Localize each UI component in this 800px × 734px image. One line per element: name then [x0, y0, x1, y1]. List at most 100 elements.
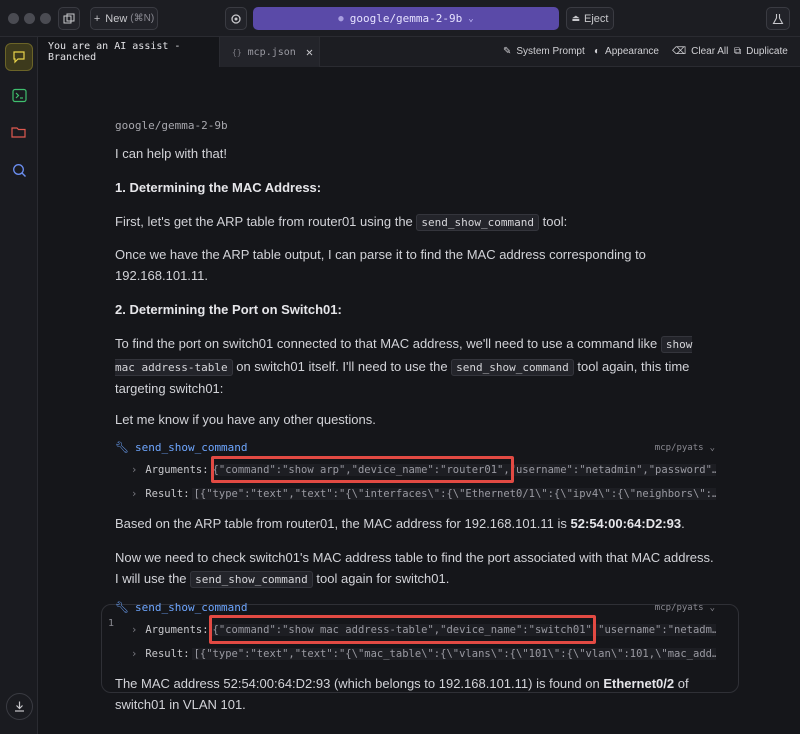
message-paragraph: Let me know if you have any other questi… [115, 412, 376, 427]
left-rail [0, 37, 38, 734]
duplicate-button[interactable]: ⧉ Duplicate [734, 46, 788, 57]
search-nav-button[interactable] [5, 156, 33, 184]
tab-conversation-label: You are an AI assist - Branched [48, 41, 181, 63]
arguments-value: {"command":"show arp","device_name":"rou… [210, 464, 716, 476]
appearance-label: Appearance [605, 46, 659, 57]
message-paragraph: First, let's get the ARP table from rout… [115, 211, 715, 233]
arguments-label: Arguments: [145, 464, 209, 476]
paragraph-text: First, let's get the ARP table from rout… [115, 214, 413, 229]
tab-mcp-json[interactable]: {} mcp.json ✕ [220, 37, 320, 67]
section-heading: 1. Determining the MAC Address: [115, 180, 322, 195]
duplicate-label: Duplicate [746, 46, 788, 57]
pencil-icon: ✎ [503, 46, 512, 57]
clear-all-label: Clear All [691, 46, 729, 57]
window-minimize-button[interactable] [24, 13, 35, 24]
chevron-right-icon: › [131, 488, 138, 500]
tab-conversation[interactable]: You are an AI assist - Branched [38, 37, 220, 67]
settings-button[interactable] [225, 7, 247, 30]
model-selector[interactable]: ● google/gemma-2-9b ⌄ [253, 7, 559, 30]
tool-result-row[interactable]: › Result: [{"type":"text","text":"{\"mac… [131, 645, 716, 663]
result-value: [{"type":"text","text":"{\"interfaces\":… [191, 488, 716, 500]
paragraph-text: tool again for switch01. [316, 571, 450, 586]
tool-result-row[interactable]: › Result: [{"type":"text","text":"{\"int… [131, 485, 716, 503]
chevron-down-icon[interactable]: ⌄ [710, 603, 715, 613]
paragraph-text: Based on the ARP table from router01, th… [115, 516, 567, 531]
system-prompt-label: System Prompt [516, 46, 585, 57]
message-paragraph: I can help with that! [115, 143, 715, 164]
chat-bubble-icon [13, 51, 25, 64]
tool-name: send_show_command [134, 601, 248, 614]
paragraph-text: To find the port on switch01 connected t… [115, 336, 658, 351]
section-heading: 2. Determining the Port on Switch01: [115, 302, 342, 317]
tool-source-label: mcp/pyats [654, 443, 704, 453]
paragraph-text: tool: [542, 214, 568, 229]
tab-bar: You are an AI assist - Branched {} mcp.j… [38, 37, 800, 67]
mac-address-bold: 52:54:00:64:D2:93 [570, 516, 682, 531]
system-prompt-button[interactable]: ✎ System Prompt [503, 46, 585, 57]
terminal-icon [11, 88, 27, 102]
tab-mcp-json-label: mcp.json [247, 46, 296, 58]
tool-source-badge: mcp/pyats ⌄ [655, 443, 715, 453]
clear-icon: ⌫ [672, 46, 687, 57]
model-name: google/gemma-2-9b [349, 12, 463, 25]
eject-icon: ⏏ [571, 13, 581, 23]
close-icon[interactable]: ✕ [306, 45, 313, 59]
paragraph-text: I can help with that! [115, 146, 228, 161]
window-close-button[interactable] [8, 13, 19, 24]
result-value: [{"type":"text","text":"{\"mac_table\":{… [191, 648, 716, 660]
flask-icon [772, 13, 784, 24]
download-button[interactable] [6, 693, 33, 720]
result-label: Result: [145, 648, 190, 660]
message-paragraph: Based on the ARP table from router01, th… [115, 513, 715, 534]
paragraph-text: . [681, 516, 685, 531]
clear-all-button[interactable]: ⌫ Clear All [672, 46, 728, 57]
chevron-right-icon: › [131, 648, 138, 660]
new-chat-shortcut: (⌘N) [130, 13, 155, 24]
chat-nav-button[interactable] [5, 43, 33, 71]
download-icon [15, 701, 24, 712]
lab-button[interactable] [766, 7, 790, 30]
line-marker: 1 [108, 618, 115, 629]
tool-name: send_show_command [134, 441, 248, 454]
chat-area: google/gemma-2-9b I can help with that! … [38, 67, 800, 734]
new-chat-button[interactable]: + New (⌘N) [90, 7, 158, 30]
inline-code: send_show_command [451, 358, 574, 376]
chevron-down-icon[interactable]: ⌄ [710, 443, 715, 453]
tool-arguments-row[interactable]: › Arguments: {"command":"show mac addres… [131, 621, 716, 639]
search-icon [12, 163, 26, 177]
wrench-icon: 🔧︎ [115, 441, 129, 454]
message-paragraph: Once we have the ARP table output, I can… [115, 247, 646, 283]
windows-icon [63, 13, 75, 23]
sidebar-toggle-button[interactable] [58, 7, 80, 30]
title-bar: + New (⌘N) ● google/gemma-2-9b ⌄ ⏏ Eject [0, 0, 800, 37]
window-zoom-button[interactable] [40, 13, 51, 24]
braces-icon: {} [232, 47, 242, 57]
eject-button[interactable]: ⏏ Eject [566, 7, 614, 30]
arguments-label: Arguments: [145, 624, 209, 636]
result-label: Result: [145, 488, 190, 500]
tool-source-label: mcp/pyats [654, 603, 704, 613]
wrench-icon: 🔧︎ [115, 601, 129, 614]
message-paragraph: To find the port on switch01 connected t… [115, 333, 715, 400]
chevron-down-icon: ⌄ [468, 13, 474, 24]
new-chat-label: New [105, 12, 128, 25]
inline-code: send_show_command [416, 214, 539, 231]
arguments-value: {"command":"show mac address-table","dev… [210, 624, 716, 636]
message-paragraph: Now we need to check switch01's MAC addr… [115, 547, 715, 590]
tool-call-header[interactable]: 🔧︎ send_show_command [115, 441, 248, 454]
inline-code: send_show_command [190, 571, 313, 588]
folder-icon [11, 127, 26, 138]
tool-arguments-row[interactable]: › Arguments: {"command":"show arp","devi… [131, 461, 716, 479]
tool-call-header[interactable]: 🔧︎ send_show_command [115, 601, 248, 614]
terminal-nav-button[interactable] [5, 81, 33, 109]
message-paragraph: The MAC address 52:54:00:64:D2:93 (which… [115, 673, 715, 715]
paragraph-text: on switch01 itself. I'll need to use the [236, 358, 448, 374]
chevron-right-icon: › [131, 464, 138, 476]
chevron-right-icon: › [131, 624, 138, 636]
copy-icon: ⧉ [734, 46, 742, 57]
paragraph-text: The MAC address 52:54:00:64:D2:93 (which… [115, 676, 600, 691]
gear-icon [231, 13, 241, 24]
palette-icon: ◐ [594, 46, 601, 57]
folder-nav-button[interactable] [5, 118, 33, 146]
appearance-button[interactable]: ◐ Appearance [594, 46, 659, 57]
